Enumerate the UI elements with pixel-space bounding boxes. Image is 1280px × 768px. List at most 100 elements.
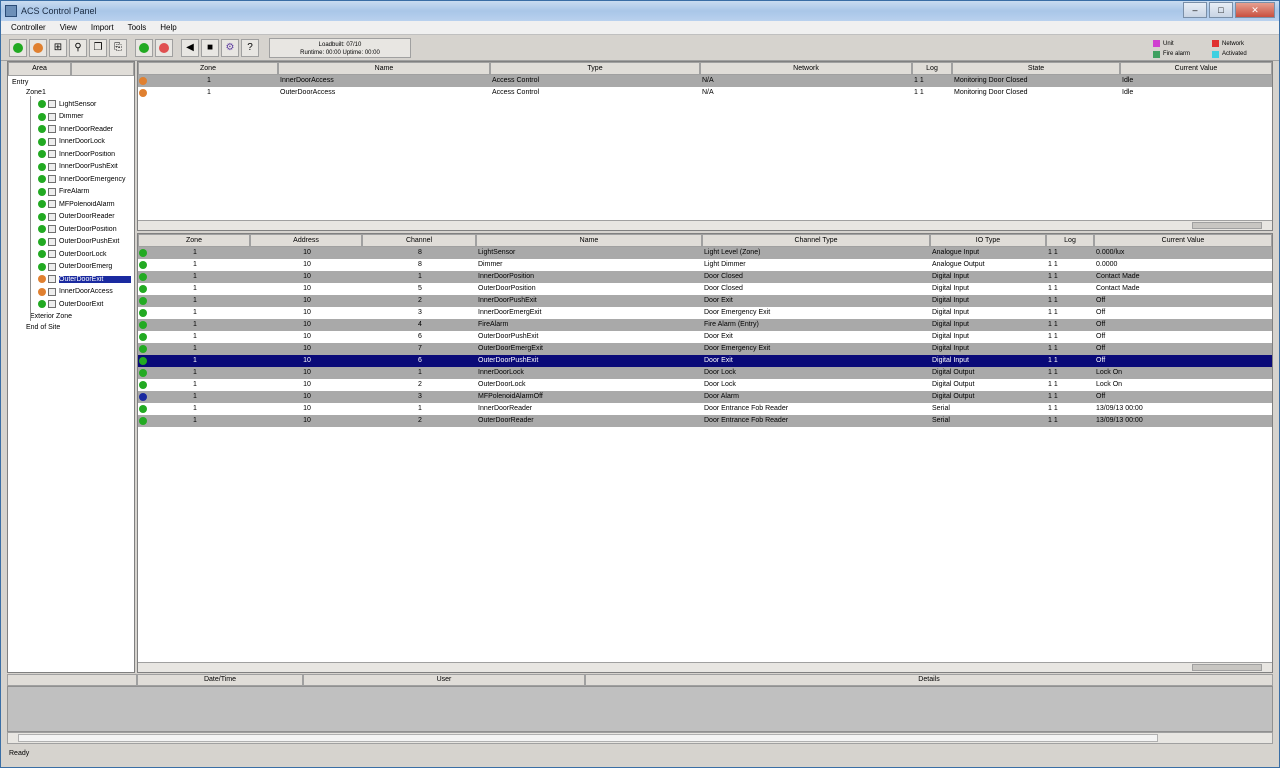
- tree-item[interactable]: OuterDoorExit: [12, 273, 134, 286]
- menu-help[interactable]: Help: [160, 23, 176, 32]
- column-header[interactable]: Name: [278, 62, 490, 75]
- column-header[interactable]: IO Type: [930, 234, 1046, 247]
- tree-node[interactable]: End of Site: [12, 322, 134, 333]
- log-scrollbar[interactable]: [7, 732, 1273, 744]
- menu-import[interactable]: Import: [91, 23, 114, 32]
- scroll-thumb[interactable]: [1192, 222, 1262, 229]
- copy-button[interactable]: ❐: [89, 38, 107, 57]
- table-row[interactable]: 1 InnerDoorAccess Access Control N/A 1 1 Moni…: [138, 75, 1272, 87]
- channel-checkbox[interactable]: [48, 112, 56, 121]
- column-header[interactable]: Channel: [362, 234, 476, 247]
- tree-item[interactable]: OuterDoorPosition: [12, 223, 134, 236]
- paste-button[interactable]: ⎘: [109, 38, 127, 57]
- column-header[interactable]: Log: [1046, 234, 1094, 247]
- table-row[interactable]: 1 10 6 OuterDoorPushExit Door Exit Digital In…: [138, 355, 1272, 367]
- table-row[interactable]: 1 10 3 InnerDoorEmergExit Door Emergency Exi…: [138, 307, 1272, 319]
- minimize-button[interactable]: –: [1183, 2, 1207, 18]
- channel-checkbox[interactable]: [48, 137, 56, 146]
- column-header[interactable]: Current Value: [1094, 234, 1272, 247]
- log-col-datetime[interactable]: Date/Time: [137, 674, 303, 686]
- column-header[interactable]: Current Value: [1120, 62, 1272, 75]
- tree-item[interactable]: LightSensor: [12, 98, 134, 111]
- channel-checkbox[interactable]: [48, 162, 56, 171]
- search-button[interactable]: ⚲: [69, 38, 87, 57]
- tree-item[interactable]: InnerDoorAccess: [12, 286, 134, 299]
- channel-checkbox[interactable]: [48, 212, 56, 221]
- tree-item[interactable]: InnerDoorReader: [12, 123, 134, 136]
- table-row[interactable]: 1 10 1 InnerDoorLock Door Lock Digital Output…: [138, 367, 1272, 379]
- tab-area[interactable]: Area: [8, 62, 71, 76]
- table-row[interactable]: 1 10 8 LightSensor Light Level (Zone) Analogu…: [138, 247, 1272, 259]
- horizontal-scrollbar[interactable]: [138, 220, 1272, 230]
- stop-button[interactable]: [155, 38, 173, 57]
- table-row[interactable]: 1 10 7 OuterDoorEmergExit Door Emergency Exi…: [138, 343, 1272, 355]
- table-row[interactable]: 1 10 8 Dimmer Light Dimmer Analogue Output 1 1…: [138, 259, 1272, 271]
- channel-checkbox[interactable]: [48, 200, 56, 209]
- tree-item[interactable]: InnerDoorPosition: [12, 148, 134, 161]
- column-header[interactable]: Type: [490, 62, 700, 75]
- menu-view[interactable]: View: [60, 23, 77, 32]
- table-row[interactable]: 1 10 2 OuterDoorReader Door Entrance Fob Rea…: [138, 415, 1272, 427]
- column-header[interactable]: State: [952, 62, 1120, 75]
- close-button[interactable]: ✕: [1235, 2, 1275, 18]
- tree-item[interactable]: FireAlarm: [12, 186, 134, 199]
- help-button[interactable]: ?: [241, 38, 259, 57]
- tree-item[interactable]: InnerDoorEmergency: [12, 173, 134, 186]
- tab-secondary[interactable]: [71, 62, 134, 76]
- channel-checkbox[interactable]: [48, 250, 56, 259]
- tree-item[interactable]: MFPolenoidAlarm: [12, 198, 134, 211]
- menu-tools[interactable]: Tools: [128, 23, 147, 32]
- log-col-user[interactable]: User: [303, 674, 585, 686]
- table-row[interactable]: 1 10 1 InnerDoorPosition Door Closed Digital …: [138, 271, 1272, 283]
- table-row[interactable]: 1 10 2 InnerDoorPushExit Door Exit Digital In…: [138, 295, 1272, 307]
- horizontal-scrollbar[interactable]: [138, 662, 1272, 672]
- back-button[interactable]: ◀: [181, 38, 199, 57]
- channel-checkbox[interactable]: [48, 100, 56, 109]
- connect-button[interactable]: [9, 38, 27, 57]
- column-header[interactable]: Zone: [138, 234, 250, 247]
- column-header[interactable]: Network: [700, 62, 912, 75]
- alarm-button[interactable]: [29, 38, 47, 57]
- table-row[interactable]: 1 10 5 OuterDoorPosition Door Closed Digital …: [138, 283, 1272, 295]
- tree-root[interactable]: Entry: [12, 78, 134, 88]
- column-header[interactable]: Zone: [138, 62, 278, 75]
- channel-checkbox[interactable]: [48, 275, 56, 284]
- channel-checkbox[interactable]: [48, 175, 56, 184]
- settings-button[interactable]: ⚙: [221, 38, 239, 57]
- table-row[interactable]: 1 10 4 FireAlarm Fire Alarm (Entry) Digital I…: [138, 319, 1272, 331]
- tree-item[interactable]: OuterDoorLock: [12, 248, 134, 261]
- channel-checkbox[interactable]: [48, 187, 56, 196]
- channel-checkbox[interactable]: [48, 225, 56, 234]
- column-header[interactable]: Channel Type: [702, 234, 930, 247]
- tree-item[interactable]: OuterDoorPushExit: [12, 236, 134, 249]
- channel-checkbox[interactable]: [48, 125, 56, 134]
- scroll-thumb[interactable]: [1192, 664, 1262, 671]
- tree-item[interactable]: Dimmer: [12, 111, 134, 124]
- log-col-details[interactable]: Details: [585, 674, 1273, 686]
- pause-button[interactable]: ■: [201, 38, 219, 57]
- table-row[interactable]: 1 10 2 OuterDoorLock Door Lock Digital Output…: [138, 379, 1272, 391]
- column-header[interactable]: Address: [250, 234, 362, 247]
- menu-controller[interactable]: Controller: [11, 23, 46, 32]
- tree-item[interactable]: InnerDoorPushExit: [12, 161, 134, 174]
- table-row[interactable]: 1 10 3 MFPolenoidAlarmOff Door Alarm Digital …: [138, 391, 1272, 403]
- tree-item[interactable]: OuterDoorEmerg: [12, 261, 134, 274]
- tree-item[interactable]: OuterDoorExit: [12, 298, 134, 311]
- log-scroll-thumb[interactable]: [18, 734, 1158, 742]
- table-row[interactable]: 1 10 6 OuterDoorPushExit Door Exit Digital In…: [138, 331, 1272, 343]
- channel-checkbox[interactable]: [48, 300, 56, 309]
- channel-checkbox[interactable]: [48, 287, 56, 296]
- network-button[interactable]: ⊞: [49, 38, 67, 57]
- channel-checkbox[interactable]: [48, 150, 56, 159]
- table-row[interactable]: 1 10 1 InnerDoorReader Door Entrance Fob Rea…: [138, 403, 1272, 415]
- table-row[interactable]: 1 OuterDoorAccess Access Control N/A 1 1 Moni…: [138, 87, 1272, 99]
- tree-item-label: OuterDoorExit: [59, 275, 131, 283]
- channel-checkbox[interactable]: [48, 237, 56, 246]
- column-header[interactable]: Log: [912, 62, 952, 75]
- tree-item[interactable]: InnerDoorLock: [12, 136, 134, 149]
- column-header[interactable]: Name: [476, 234, 702, 247]
- maximize-button[interactable]: □: [1209, 2, 1233, 18]
- channel-checkbox[interactable]: [48, 262, 56, 271]
- tree-item[interactable]: OuterDoorReader: [12, 211, 134, 224]
- run-button[interactable]: [135, 38, 153, 57]
